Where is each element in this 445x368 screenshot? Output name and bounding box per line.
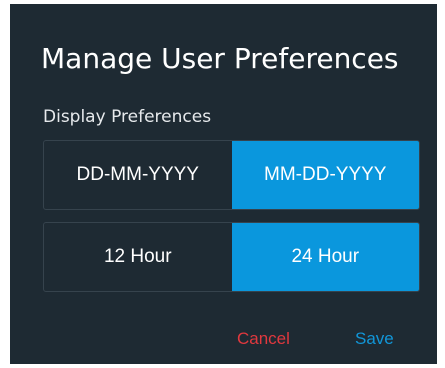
time-format-option-24-hour[interactable]: 24 Hour <box>231 223 419 291</box>
page: Manage User Preferences Display Preferen… <box>0 0 445 368</box>
save-button[interactable]: Save <box>355 329 394 349</box>
time-format-option-12-hour[interactable]: 12 Hour <box>44 223 232 291</box>
time-format-toggle: 12 Hour 24 Hour <box>43 222 420 292</box>
cancel-button[interactable]: Cancel <box>237 329 290 349</box>
date-format-toggle: DD-MM-YYYY MM-DD-YYYY <box>43 140 420 210</box>
date-format-option-mm-dd-yyyy[interactable]: MM-DD-YYYY <box>231 141 419 209</box>
dialog-title: Manage User Preferences <box>41 42 399 75</box>
preferences-dialog: Manage User Preferences Display Preferen… <box>10 4 437 364</box>
date-format-option-dd-mm-yyyy[interactable]: DD-MM-YYYY <box>44 141 232 209</box>
section-label-display-preferences: Display Preferences <box>43 107 212 127</box>
